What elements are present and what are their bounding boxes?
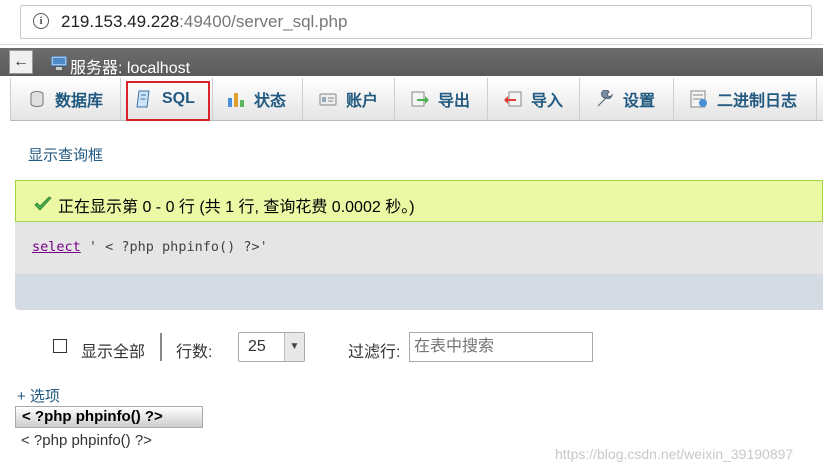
tab-databases[interactable]: 数据库 <box>10 78 121 120</box>
back-button[interactable]: ← <box>9 50 33 74</box>
tab-settings[interactable]: 设置 <box>580 78 674 120</box>
show-all-label[interactable]: 显示全部 <box>81 338 145 362</box>
import-icon <box>504 91 522 107</box>
tab-label: 导入 <box>531 93 564 110</box>
sql-tools-bar <box>15 274 823 310</box>
tab-label: 设置 <box>623 93 656 110</box>
options-link[interactable]: + 选项 <box>17 385 60 406</box>
chevron-down-icon[interactable]: ▼ <box>284 333 304 361</box>
server-icon <box>51 56 67 70</box>
tab-label: 二进制日志 <box>717 93 798 110</box>
accounts-icon <box>319 93 337 106</box>
tab-import[interactable]: 导入 <box>488 78 580 120</box>
url-text[interactable]: 219.153.49.228:49400/server_sql.php <box>61 12 347 32</box>
tab-label: 导出 <box>438 93 471 110</box>
controls-divider <box>160 333 162 361</box>
binlog-icon <box>690 90 707 108</box>
success-message: 正在显示第 0 - 0 行 (共 1 行, 查询花费 0.0002 秒。) <box>58 199 415 216</box>
url-host: 219.153.49.228 <box>61 12 180 31</box>
tab-binary-log[interactable]: 二进制日志 <box>674 78 817 120</box>
database-icon <box>30 91 44 107</box>
show-all-checkbox[interactable] <box>53 339 67 353</box>
filter-rows-input[interactable] <box>409 332 593 362</box>
status-chart-icon <box>228 93 244 107</box>
column-header-label[interactable]: < ?php phpinfo() ?> <box>22 408 163 425</box>
rows-select-value[interactable]: 25 <box>248 338 266 356</box>
sql-keyword[interactable]: select <box>32 239 81 255</box>
tab-label: 状态 <box>254 93 287 110</box>
tab-status[interactable]: 状态 <box>213 78 303 120</box>
tab-export[interactable]: 导出 <box>395 78 488 120</box>
table-cell: < ?php phpinfo() ?> <box>21 432 152 449</box>
filter-label: 过滤行: <box>348 344 401 361</box>
tab-label: 账户 <box>346 93 379 110</box>
sql-query-text[interactable]: select ' < ?php phpinfo() ?>' <box>32 239 268 255</box>
rows-label: 行数: <box>176 344 213 361</box>
sql-tab-highlight <box>126 81 210 121</box>
tab-label: 数据库 <box>55 93 104 110</box>
url-path: :49400/server_sql.php <box>179 12 348 31</box>
show-query-box-link[interactable]: 显示查询框 <box>28 144 103 165</box>
tab-accounts[interactable]: 账户 <box>303 78 395 120</box>
url-field[interactable]: i 219.153.49.228:49400/server_sql.php <box>20 5 812 39</box>
wrench-icon <box>597 90 613 107</box>
sql-string: ' < ?php phpinfo() ?>' <box>80 239 268 255</box>
checkmark-icon <box>34 196 52 211</box>
info-icon[interactable]: i <box>33 13 49 29</box>
server-label[interactable]: 服务器: localhost <box>70 54 190 78</box>
watermark: https://blog.csdn.net/weixin_39190897 <box>555 446 794 462</box>
browser-address-bar: i 219.153.49.228:49400/server_sql.php <box>0 0 823 45</box>
export-icon <box>411 91 429 107</box>
